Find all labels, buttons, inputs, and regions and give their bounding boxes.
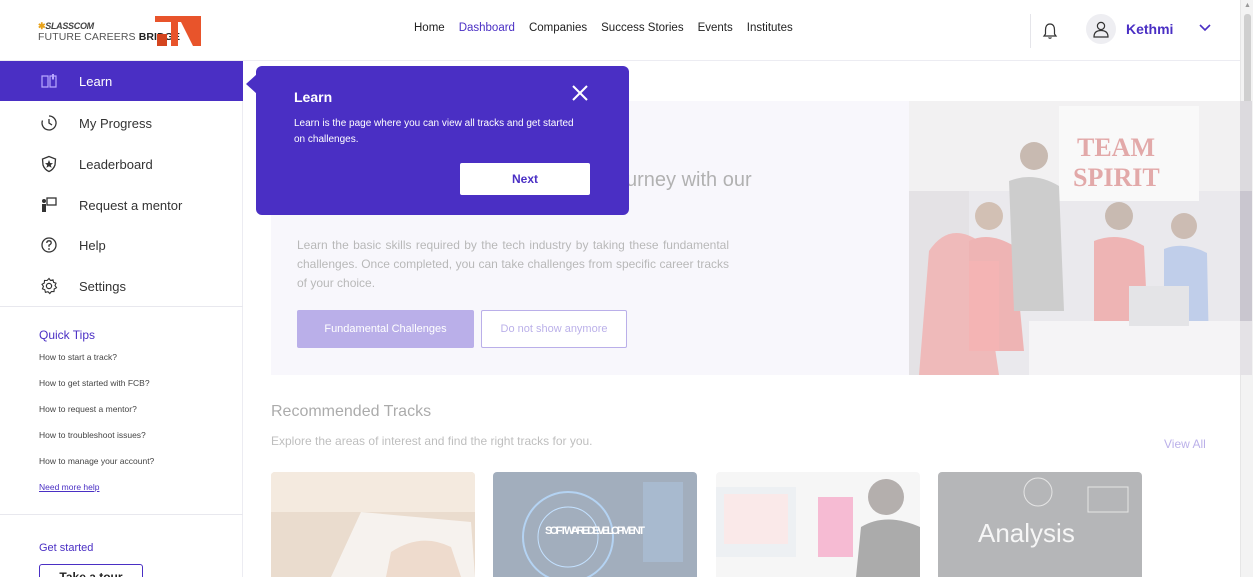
scroll-up-arrow-icon[interactable]: ▲ bbox=[1244, 2, 1251, 9]
tour-popover: Learn Learn is the page where you can vi… bbox=[256, 66, 629, 215]
banner-team-text: TEAM bbox=[1077, 133, 1155, 162]
top-header: ✱SLASSCOM FUTURE CAREERS BRIDGE Home Das… bbox=[0, 0, 1240, 61]
mentor-board-icon bbox=[42, 197, 57, 212]
sidebar-item-label: Learn bbox=[79, 74, 113, 89]
nav-dashboard[interactable]: Dashboard bbox=[459, 22, 515, 34]
sidebar: Learn My Progress Leaderboard Request a … bbox=[0, 61, 243, 577]
track-card[interactable] bbox=[271, 472, 475, 577]
sidebar-item-label: Help bbox=[79, 238, 106, 253]
sidebar-item-label: My Progress bbox=[79, 116, 152, 131]
take-tour-button[interactable]: Take a tour bbox=[39, 564, 143, 577]
sidebar-divider bbox=[0, 514, 243, 515]
sidebar-item-leaderboard[interactable]: Leaderboard bbox=[0, 144, 243, 184]
quick-tip-link[interactable]: How to request a mentor? bbox=[39, 404, 137, 414]
nav-events[interactable]: Events bbox=[698, 22, 733, 34]
quick-tip-link[interactable]: How to start a track? bbox=[39, 352, 117, 362]
bell-icon[interactable] bbox=[1042, 22, 1058, 40]
sidebar-divider bbox=[0, 306, 243, 307]
track-card-analysis[interactable]: Analysis bbox=[938, 472, 1142, 577]
track-card-image: Analysis bbox=[938, 472, 1142, 577]
sidebar-item-label: Leaderboard bbox=[79, 157, 153, 172]
do-not-show-button[interactable]: Do not show anymore bbox=[481, 310, 627, 348]
book-icon bbox=[41, 74, 57, 88]
nav-success-stories[interactable]: Success Stories bbox=[601, 22, 683, 34]
hero-title: urney with our bbox=[626, 169, 752, 191]
card-label: SOFTWARE DEVELOPMENT bbox=[545, 525, 645, 537]
username[interactable]: Kethmi bbox=[1126, 21, 1173, 37]
nav-home[interactable]: Home bbox=[414, 22, 445, 34]
sidebar-item-settings[interactable]: Settings bbox=[0, 266, 243, 306]
quick-tip-link[interactable]: How to get started with FCB? bbox=[39, 378, 150, 388]
sidebar-item-learn[interactable]: Learn bbox=[0, 61, 243, 101]
popover-title: Learn bbox=[294, 89, 333, 105]
fundamental-challenges-button[interactable]: Fundamental Challenges bbox=[297, 310, 474, 348]
close-icon[interactable] bbox=[570, 83, 590, 103]
sidebar-item-label: Settings bbox=[79, 279, 126, 294]
card-label: Analysis bbox=[978, 518, 1075, 548]
popover-text: Learn is the page where you can view all… bbox=[294, 118, 574, 145]
view-all-link[interactable]: View All bbox=[1164, 437, 1206, 451]
track-card-image bbox=[271, 472, 475, 577]
need-more-help-link[interactable]: Need more help bbox=[39, 482, 99, 492]
main-nav: Home Dashboard Companies Success Stories… bbox=[414, 22, 807, 34]
quick-tip-link[interactable]: How to troubleshoot issues? bbox=[39, 430, 146, 440]
sidebar-item-my-progress[interactable]: My Progress bbox=[0, 103, 243, 143]
sidebar-item-help[interactable]: Help bbox=[0, 225, 243, 265]
star-shield-icon bbox=[41, 155, 57, 173]
track-card-software-development[interactable]: SOFTWARE DEVELOPMENT bbox=[493, 472, 697, 577]
fcb-logo[interactable]: ✱SLASSCOM FUTURE CAREERS BRIDGE bbox=[38, 12, 203, 48]
avatar[interactable] bbox=[1086, 14, 1116, 44]
quick-tips-title: Quick Tips bbox=[39, 328, 96, 342]
user-icon bbox=[1093, 21, 1109, 38]
team-photo-illustration: TEAM SPIRIT bbox=[909, 101, 1252, 375]
progress-clock-icon bbox=[41, 115, 57, 131]
gear-icon bbox=[41, 277, 58, 295]
track-card-image bbox=[716, 472, 920, 577]
logo-mark-icon bbox=[155, 16, 201, 46]
help-circle-icon bbox=[41, 237, 57, 253]
hero-team-photo: TEAM SPIRIT bbox=[909, 101, 1252, 375]
popover-next-button[interactable]: Next bbox=[460, 163, 590, 195]
get-started-title: Get started bbox=[39, 542, 94, 554]
sidebar-item-request-mentor[interactable]: Request a mentor bbox=[0, 185, 243, 225]
header-divider bbox=[1030, 14, 1031, 48]
sidebar-item-label: Request a mentor bbox=[79, 198, 183, 213]
recommended-tracks-subtitle: Explore the areas of interest and find t… bbox=[271, 434, 593, 448]
chevron-down-icon[interactable] bbox=[1198, 22, 1212, 34]
quick-tip-link[interactable]: How to manage your account? bbox=[39, 456, 154, 466]
nav-institutes[interactable]: Institutes bbox=[747, 22, 793, 34]
track-card-image: SOFTWARE DEVELOPMENT bbox=[493, 472, 697, 577]
recommended-tracks-title: Recommended Tracks bbox=[271, 403, 432, 420]
track-card[interactable] bbox=[716, 472, 920, 577]
hero-description: Learn the basic skills required by the t… bbox=[297, 238, 729, 290]
nav-companies[interactable]: Companies bbox=[529, 22, 587, 34]
banner-spirit-text: SPIRIT bbox=[1073, 163, 1160, 192]
